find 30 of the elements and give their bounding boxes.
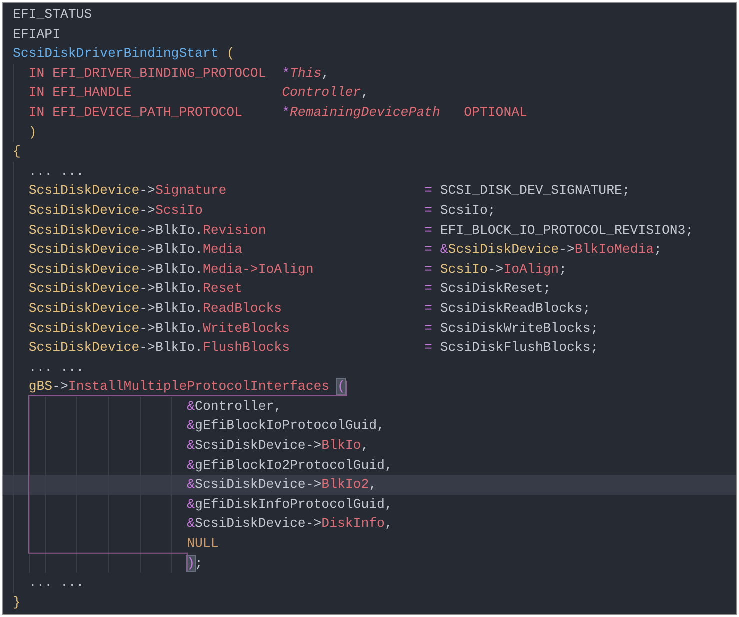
code-line: ScsiDiskDriverBindingStart ( (12, 45, 236, 64)
code-line: ScsiDiskDevice->Signature = SCSI_DISK_DEV_SIGNATURE; (3, 181, 736, 201)
code-line: &gEfiDiskInfoProtocolGuid, (3, 494, 736, 514)
code-line: { (12, 143, 22, 162)
code-line: ScsiDiskDevice->BlkIo.Revision = EFI_BLOCK_IO_PROTOCOL_REVISION3; (3, 220, 736, 240)
code-line: IN EFI_DEVICE_PATH_PROTOCOL *RemainingDevicePath OPTIONAL (3, 102, 736, 123)
code-line: EFIAPI (12, 26, 62, 44)
code-line: ) (3, 122, 736, 142)
code-line: ... ... (3, 573, 736, 593)
code-line: ScsiDiskDevice->BlkIo.Media->IoAlign = ScsiIo->IoAlign; (3, 260, 736, 280)
code-line: ScsiDiskDevice->BlkIo.Media = &ScsiDiskDevice->BlkIoMedia; (3, 240, 736, 260)
code-line: &ScsiDiskDevice->DiskInfo, (3, 514, 736, 534)
code-line: IN EFI_DRIVER_BINDING_PROTOCOL *This, (3, 64, 736, 84)
code-line: ScsiDiskDevice->BlkIo.WriteBlocks = ScsiDiskWriteBlocks; (3, 318, 736, 338)
code-line: ScsiDiskDevice->BlkIo.FlushBlocks = ScsiDiskFlushBlocks; (3, 338, 736, 358)
code-line: ScsiDiskDevice->BlkIo.Reset = ScsiDiskReset; (3, 279, 736, 299)
code-line: gBS->InstallMultipleProtocolInterfaces ( (3, 377, 736, 397)
code-line: IN EFI_HANDLE Controller, (3, 83, 736, 103)
code-line: NULL (3, 534, 736, 554)
code-line: ... ... (3, 358, 736, 378)
code-line: &gEfiBlockIo2ProtocolGuid, (3, 456, 736, 476)
code-line: ); (3, 554, 736, 574)
code-line: &ScsiDiskDevice->BlkIo, (3, 436, 736, 456)
code-line: ScsiDiskDevice->BlkIo.ReadBlocks = ScsiDiskReadBlocks; (3, 298, 736, 318)
code-line: &gEfiBlockIoProtocolGuid, (3, 416, 736, 436)
code-line: EFI_STATUS (12, 6, 94, 24)
code-line: } (12, 594, 22, 612)
code-line: &Controller, (3, 396, 736, 416)
code-line: ... ... (3, 162, 736, 182)
code-line: ScsiDiskDevice->ScsiIo = ScsiIo; (3, 200, 736, 221)
